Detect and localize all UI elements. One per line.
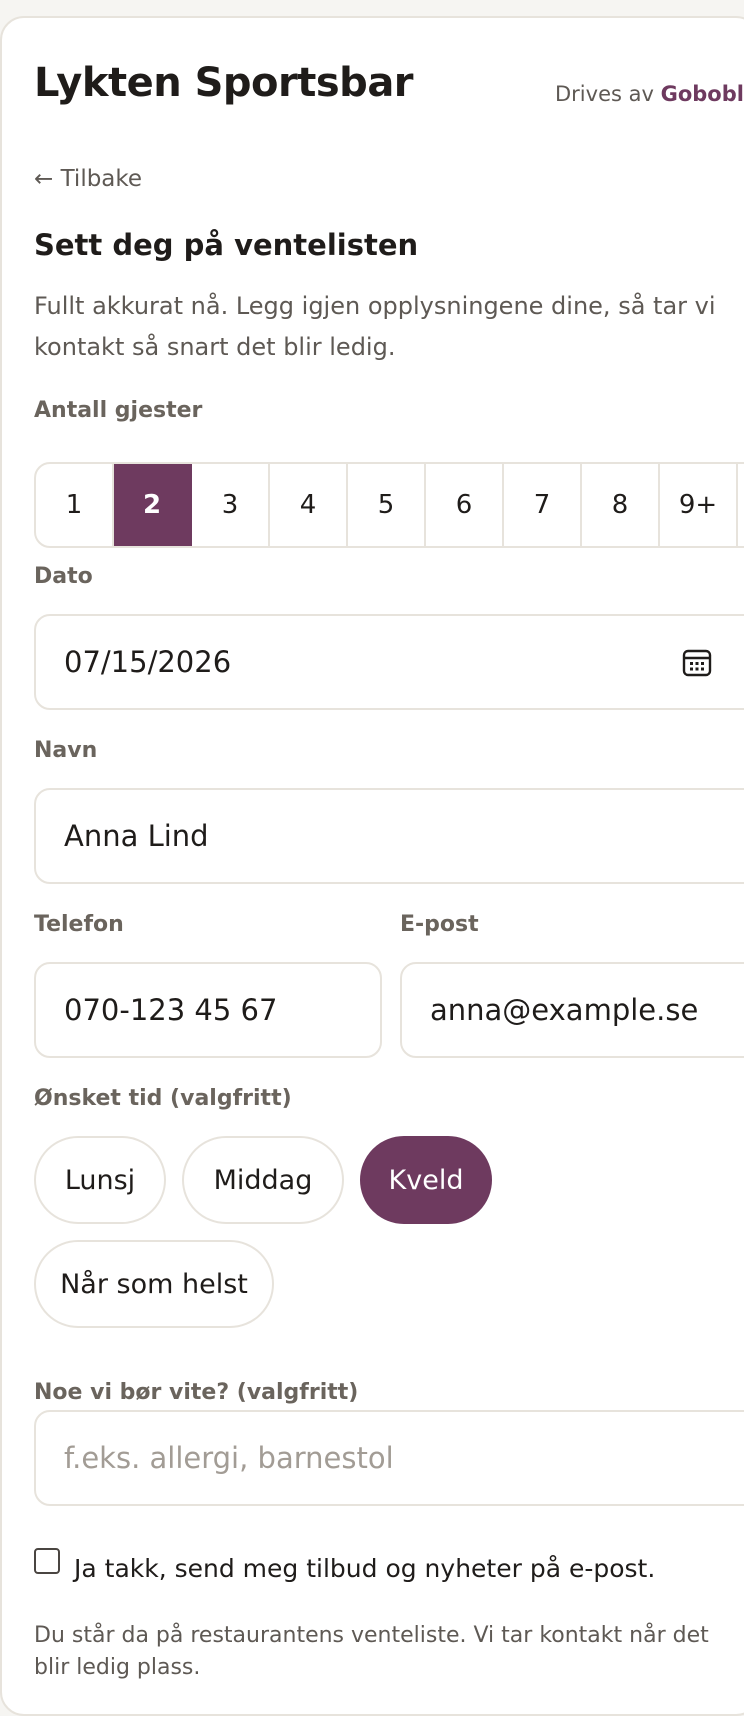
- phone-value: 070-123 45 67: [64, 993, 278, 1027]
- guest-option-5[interactable]: 5: [348, 464, 426, 546]
- date-label: Dato: [34, 564, 93, 589]
- email-input[interactable]: anna@example.se: [400, 962, 744, 1058]
- name-value: Anna Lind: [64, 819, 209, 853]
- form-heading: Sett deg på ventelisten: [34, 228, 419, 262]
- guest-option-2[interactable]: 2: [114, 464, 192, 546]
- date-input[interactable]: 07/15/2026: [34, 614, 744, 710]
- email-value: anna@example.se: [430, 993, 699, 1027]
- powered-by-prefix: Drives av: [555, 82, 654, 106]
- guest-option-1[interactable]: 1: [36, 464, 114, 546]
- powered-by: Drives av Goboblo: [555, 82, 744, 106]
- name-label: Navn: [34, 738, 98, 763]
- guest-option-3[interactable]: 3: [192, 464, 270, 546]
- notes-input[interactable]: f.eks. allergi, barnestol: [34, 1410, 744, 1506]
- form-intro: Fullt akkurat nå. Legg igjen opplysninge…: [34, 292, 716, 361]
- guest-option-6[interactable]: 6: [426, 464, 504, 546]
- calendar-icon[interactable]: [682, 647, 712, 684]
- footer-note: Du står da på restaurantens venteliste. …: [34, 1623, 709, 1680]
- guest-option-8[interactable]: 8: [582, 464, 660, 546]
- restaurant-title: Lykten Sportsbar: [34, 60, 414, 106]
- guests-label: Antall gjester: [34, 398, 203, 423]
- newsletter-label[interactable]: Ja takk, send meg tilbud og nyheter på e…: [74, 1554, 655, 1583]
- date-value: 07/15/2026: [64, 645, 232, 679]
- time-option-kveld[interactable]: Kveld: [360, 1136, 492, 1224]
- back-link[interactable]: ← Tilbake: [34, 166, 142, 192]
- notes-label: Noe vi bør vite? (valgfritt): [34, 1380, 359, 1405]
- guest-count-selector: 1 2 3 4 5 6 7 8 9+: [34, 462, 744, 548]
- newsletter-checkbox[interactable]: [34, 1548, 60, 1574]
- guest-option-7[interactable]: 7: [504, 464, 582, 546]
- time-option-lunsj[interactable]: Lunsj: [34, 1136, 166, 1224]
- email-label: E-post: [400, 912, 479, 937]
- notes-placeholder: f.eks. allergi, barnestol: [64, 1441, 394, 1475]
- phone-input[interactable]: 070-123 45 67: [34, 962, 382, 1058]
- time-option-any[interactable]: Når som helst: [34, 1240, 274, 1328]
- time-label: Ønsket tid (valgfritt): [34, 1086, 292, 1111]
- waitlist-card: Lykten Sportsbar Drives av Goboblo ← Til…: [0, 16, 744, 1716]
- guest-option-9-plus[interactable]: 9+: [660, 464, 738, 546]
- phone-label: Telefon: [34, 912, 124, 937]
- powered-by-brand: Goboblo: [660, 82, 744, 106]
- name-input[interactable]: Anna Lind: [34, 788, 744, 884]
- guest-option-4[interactable]: 4: [270, 464, 348, 546]
- time-option-middag[interactable]: Middag: [182, 1136, 344, 1224]
